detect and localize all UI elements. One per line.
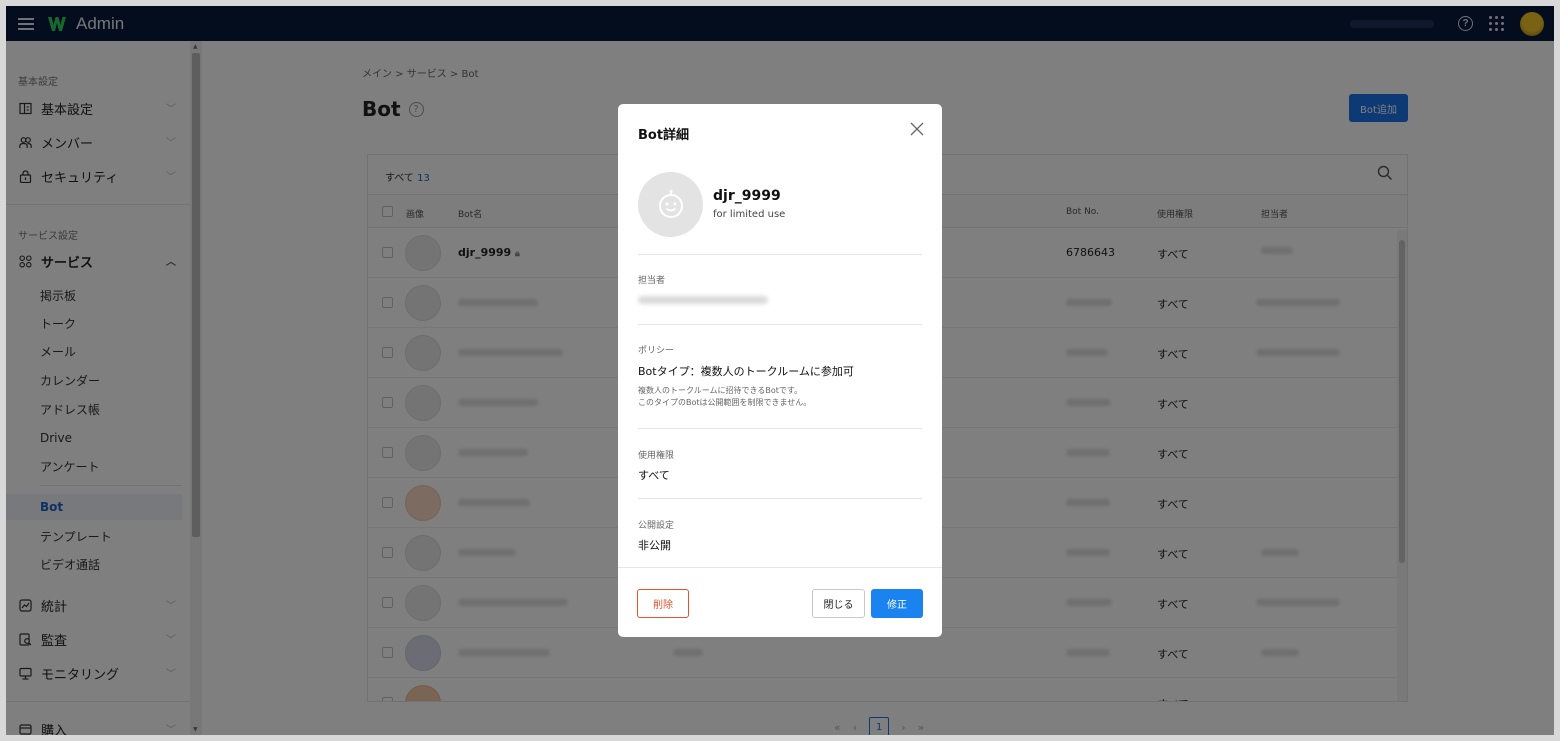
permission-label: 使用権限 — [638, 451, 675, 461]
policy-note-line: このタイプのBotは公開範囲を制限できません。 — [638, 398, 812, 407]
bot-face-icon — [658, 189, 683, 218]
close-icon[interactable] — [910, 122, 924, 136]
edit-button[interactable]: 修正 — [871, 589, 923, 618]
divider — [638, 324, 922, 325]
visibility-value: 非公開 — [638, 539, 671, 552]
divider — [638, 428, 922, 429]
close-button[interactable]: 閉じる — [812, 589, 865, 618]
permission-value: すべて — [638, 469, 670, 482]
policy-label: ポリシー — [638, 346, 675, 356]
policy-value: Botタイプ：複数人のトークルームに参加可 — [638, 365, 854, 378]
divider — [638, 498, 922, 499]
visibility-label: 公開設定 — [638, 521, 675, 531]
modal-footer-divider — [618, 567, 942, 568]
bot-detail-modal: Bot詳細 djr_9999 for limited use 担当者 ポリシー … — [618, 104, 942, 637]
modal-title: Bot詳細 — [638, 128, 690, 143]
bot-avatar — [638, 172, 703, 237]
app-window: Admin ? 基本設定 基本設定 ﹀ メンバー ﹀ — [6, 6, 1554, 735]
bot-description: for limited use — [713, 209, 786, 220]
policy-note-line: 複数人のトークルームに招待できるBotです。 — [638, 386, 803, 395]
divider — [638, 254, 922, 255]
policy-note: 複数人のトークルームに招待できるBotです。 このタイプのBotは公開範囲を制限… — [638, 385, 918, 409]
owner-label: 担当者 — [638, 276, 666, 286]
owner-value-redacted — [638, 296, 768, 304]
bot-name: djr_9999 — [713, 188, 781, 204]
delete-button[interactable]: 削除 — [637, 589, 689, 618]
